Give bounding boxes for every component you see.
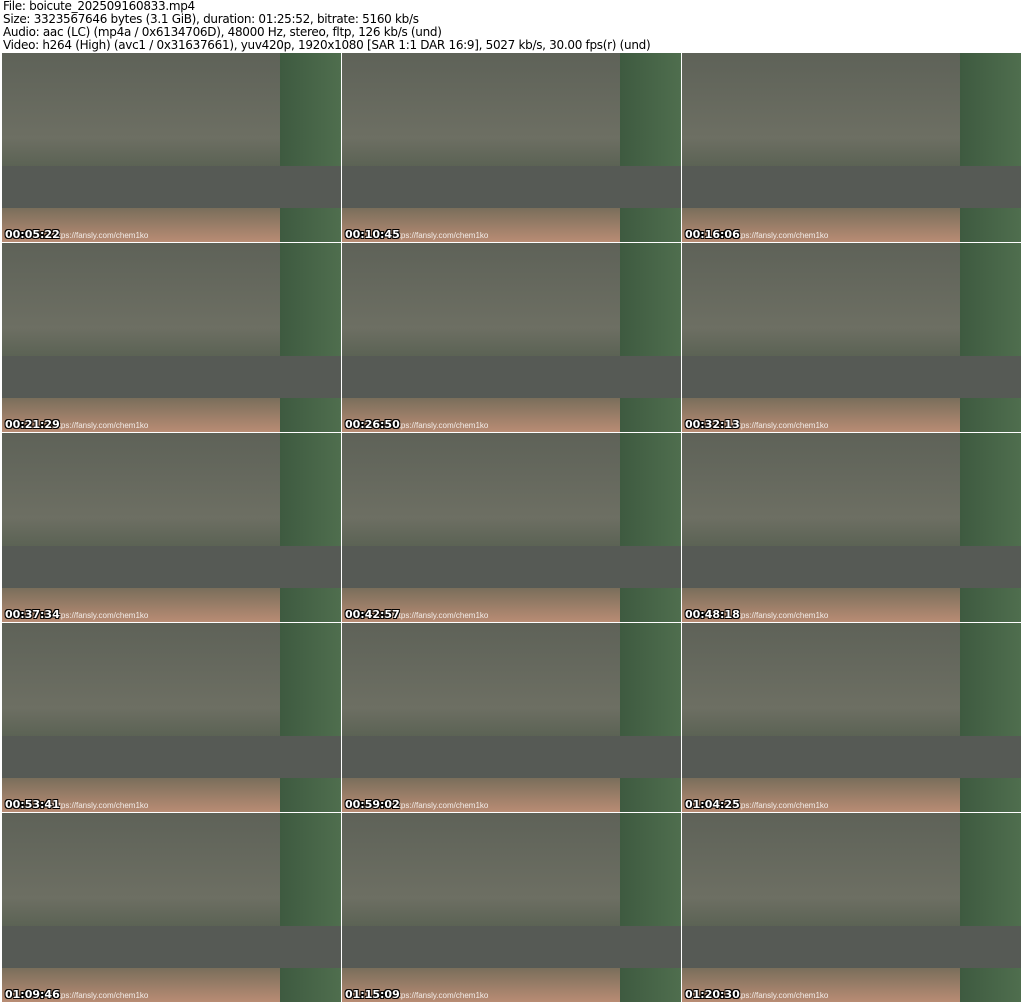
watermark-text: https://fansly.com/chem1ko	[732, 421, 829, 430]
sofa-shape	[342, 546, 681, 588]
video-thumbnail: https://fansly.com/chem1ko 00:21:29	[2, 243, 341, 432]
timestamp: 01:15:09	[345, 988, 400, 1001]
curtain-panel	[279, 243, 341, 432]
watermark-text: https://fansly.com/chem1ko	[392, 801, 489, 810]
timestamp: 00:37:34	[5, 608, 60, 621]
timestamp: 00:48:18	[685, 608, 740, 621]
sofa-shape	[682, 356, 1021, 398]
timestamp: 00:42:57	[345, 608, 400, 621]
curtain-panel	[619, 813, 681, 1002]
curtain-panel	[279, 813, 341, 1002]
sofa-shape	[342, 736, 681, 778]
curtain-panel	[959, 813, 1021, 1002]
sofa-shape	[682, 546, 1021, 588]
video-info: Video: h264 (High) (avc1 / 0x31637661), …	[3, 38, 651, 52]
watermark-text: https://fansly.com/chem1ko	[52, 611, 149, 620]
sofa-shape	[342, 926, 681, 968]
video-thumbnail: https://fansly.com/chem1ko 00:10:45	[342, 53, 681, 242]
watermark-text: https://fansly.com/chem1ko	[52, 801, 149, 810]
sofa-shape	[2, 546, 341, 588]
curtain-panel	[619, 623, 681, 812]
watermark-text: https://fansly.com/chem1ko	[52, 421, 149, 430]
curtain-panel	[959, 243, 1021, 432]
curtain-panel	[279, 53, 341, 242]
curtain-panel	[279, 623, 341, 812]
sofa-shape	[682, 166, 1021, 208]
video-thumbnail: https://fansly.com/chem1ko 01:15:09	[342, 813, 681, 1002]
curtain-panel	[279, 433, 341, 622]
timestamp: 00:26:50	[345, 418, 400, 431]
video-thumbnail: https://fansly.com/chem1ko 00:59:02	[342, 623, 681, 812]
curtain-panel	[959, 623, 1021, 812]
timestamp: 00:05:22	[5, 228, 60, 241]
curtain-panel	[959, 433, 1021, 622]
watermark-text: https://fansly.com/chem1ko	[732, 231, 829, 240]
sofa-shape	[682, 736, 1021, 778]
timestamp: 01:04:25	[685, 798, 740, 811]
video-thumbnail: https://fansly.com/chem1ko 00:05:22	[2, 53, 341, 242]
watermark-text: https://fansly.com/chem1ko	[392, 421, 489, 430]
video-thumbnail: https://fansly.com/chem1ko 00:48:18	[682, 433, 1021, 622]
sofa-shape	[2, 356, 341, 398]
watermark-text: https://fansly.com/chem1ko	[52, 231, 149, 240]
watermark-text: https://fansly.com/chem1ko	[392, 991, 489, 1000]
watermark-text: https://fansly.com/chem1ko	[392, 231, 489, 240]
sofa-shape	[2, 736, 341, 778]
watermark-text: https://fansly.com/chem1ko	[732, 801, 829, 810]
timestamp: 01:09:46	[5, 988, 60, 1001]
video-thumbnail: https://fansly.com/chem1ko 00:37:34	[2, 433, 341, 622]
timestamp: 00:32:13	[685, 418, 740, 431]
sofa-shape	[342, 166, 681, 208]
sofa-shape	[342, 356, 681, 398]
sofa-shape	[682, 926, 1021, 968]
curtain-panel	[959, 53, 1021, 242]
thumbnail-grid: https://fansly.com/chem1ko 00:05:22 https:…	[2, 53, 1022, 1003]
timestamp: 01:20:30	[685, 988, 740, 1001]
curtain-panel	[619, 433, 681, 622]
video-thumbnail: https://fansly.com/chem1ko 00:53:41	[2, 623, 341, 812]
timestamp: 00:10:45	[345, 228, 400, 241]
timestamp: 00:59:02	[345, 798, 400, 811]
file-info-header: File: boicute_202509160833.mp4 Size: 332…	[3, 0, 651, 52]
watermark-text: https://fansly.com/chem1ko	[732, 611, 829, 620]
watermark-text: https://fansly.com/chem1ko	[52, 991, 149, 1000]
video-thumbnail: https://fansly.com/chem1ko 00:26:50	[342, 243, 681, 432]
watermark-text: https://fansly.com/chem1ko	[732, 991, 829, 1000]
video-thumbnail: https://fansly.com/chem1ko 01:04:25	[682, 623, 1021, 812]
timestamp: 00:16:06	[685, 228, 740, 241]
sofa-shape	[2, 166, 341, 208]
video-thumbnail: https://fansly.com/chem1ko 01:20:30	[682, 813, 1021, 1002]
sofa-shape	[2, 926, 341, 968]
curtain-panel	[619, 243, 681, 432]
timestamp: 00:21:29	[5, 418, 60, 431]
video-thumbnail: https://fansly.com/chem1ko 00:42:57	[342, 433, 681, 622]
video-thumbnail: https://fansly.com/chem1ko 00:16:06	[682, 53, 1021, 242]
curtain-panel	[619, 53, 681, 242]
timestamp: 00:53:41	[5, 798, 60, 811]
video-thumbnail: https://fansly.com/chem1ko 00:32:13	[682, 243, 1021, 432]
watermark-text: https://fansly.com/chem1ko	[392, 611, 489, 620]
video-thumbnail: https://fansly.com/chem1ko 01:09:46	[2, 813, 341, 1002]
